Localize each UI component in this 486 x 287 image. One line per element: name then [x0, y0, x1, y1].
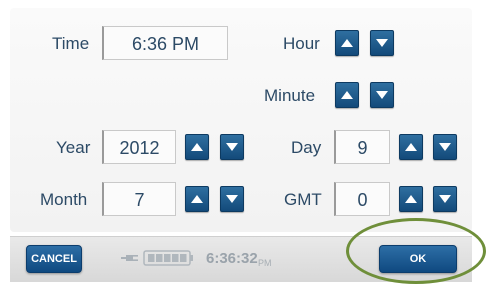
- clock-ampm: PM: [258, 258, 272, 268]
- arrow-up-icon: [191, 143, 203, 151]
- minute-up-button[interactable]: [335, 82, 359, 108]
- arrow-up-icon: [341, 39, 353, 47]
- day-down-button[interactable]: [433, 134, 457, 160]
- hour-up-button[interactable]: [335, 30, 359, 56]
- gmt-up-button[interactable]: [399, 186, 423, 212]
- month-field[interactable]: 7: [102, 182, 176, 216]
- gmt-field[interactable]: 0: [334, 182, 390, 216]
- arrow-up-icon: [191, 195, 203, 203]
- year-label: Year: [56, 138, 91, 157]
- cancel-button[interactable]: CANCEL: [26, 245, 82, 273]
- hour-down-button[interactable]: [370, 30, 394, 56]
- arrow-up-icon: [405, 143, 417, 151]
- arrow-up-icon: [341, 91, 353, 99]
- year-up-button[interactable]: [185, 134, 209, 160]
- arrow-up-icon: [405, 195, 417, 203]
- month-up-button[interactable]: [185, 186, 209, 212]
- hour-label: Hour: [283, 34, 320, 53]
- day-label: Day: [291, 138, 322, 157]
- day-up-button[interactable]: [399, 134, 423, 160]
- month-down-button[interactable]: [220, 186, 244, 212]
- time-field[interactable]: 6:36 PM: [102, 26, 228, 60]
- arrow-down-icon: [226, 143, 238, 151]
- plug-icon: [121, 255, 138, 261]
- month-label: Month: [40, 190, 88, 209]
- arrow-down-icon: [439, 143, 451, 151]
- day-field[interactable]: 9: [334, 130, 390, 164]
- arrow-down-icon: [439, 195, 451, 203]
- arrow-down-icon: [376, 39, 388, 47]
- time-label: Time: [52, 34, 90, 53]
- gmt-down-button[interactable]: [433, 186, 457, 212]
- clock-time: 6:36:32: [206, 250, 258, 267]
- arrow-down-icon: [226, 195, 238, 203]
- year-field[interactable]: 2012: [102, 130, 176, 164]
- gmt-label: GMT: [284, 190, 322, 209]
- minute-down-button[interactable]: [370, 82, 394, 108]
- battery-icon: [143, 250, 193, 266]
- minute-label: Minute: [264, 86, 316, 105]
- ok-button[interactable]: OK: [379, 245, 457, 273]
- year-down-button[interactable]: [220, 134, 244, 160]
- arrow-down-icon: [376, 91, 388, 99]
